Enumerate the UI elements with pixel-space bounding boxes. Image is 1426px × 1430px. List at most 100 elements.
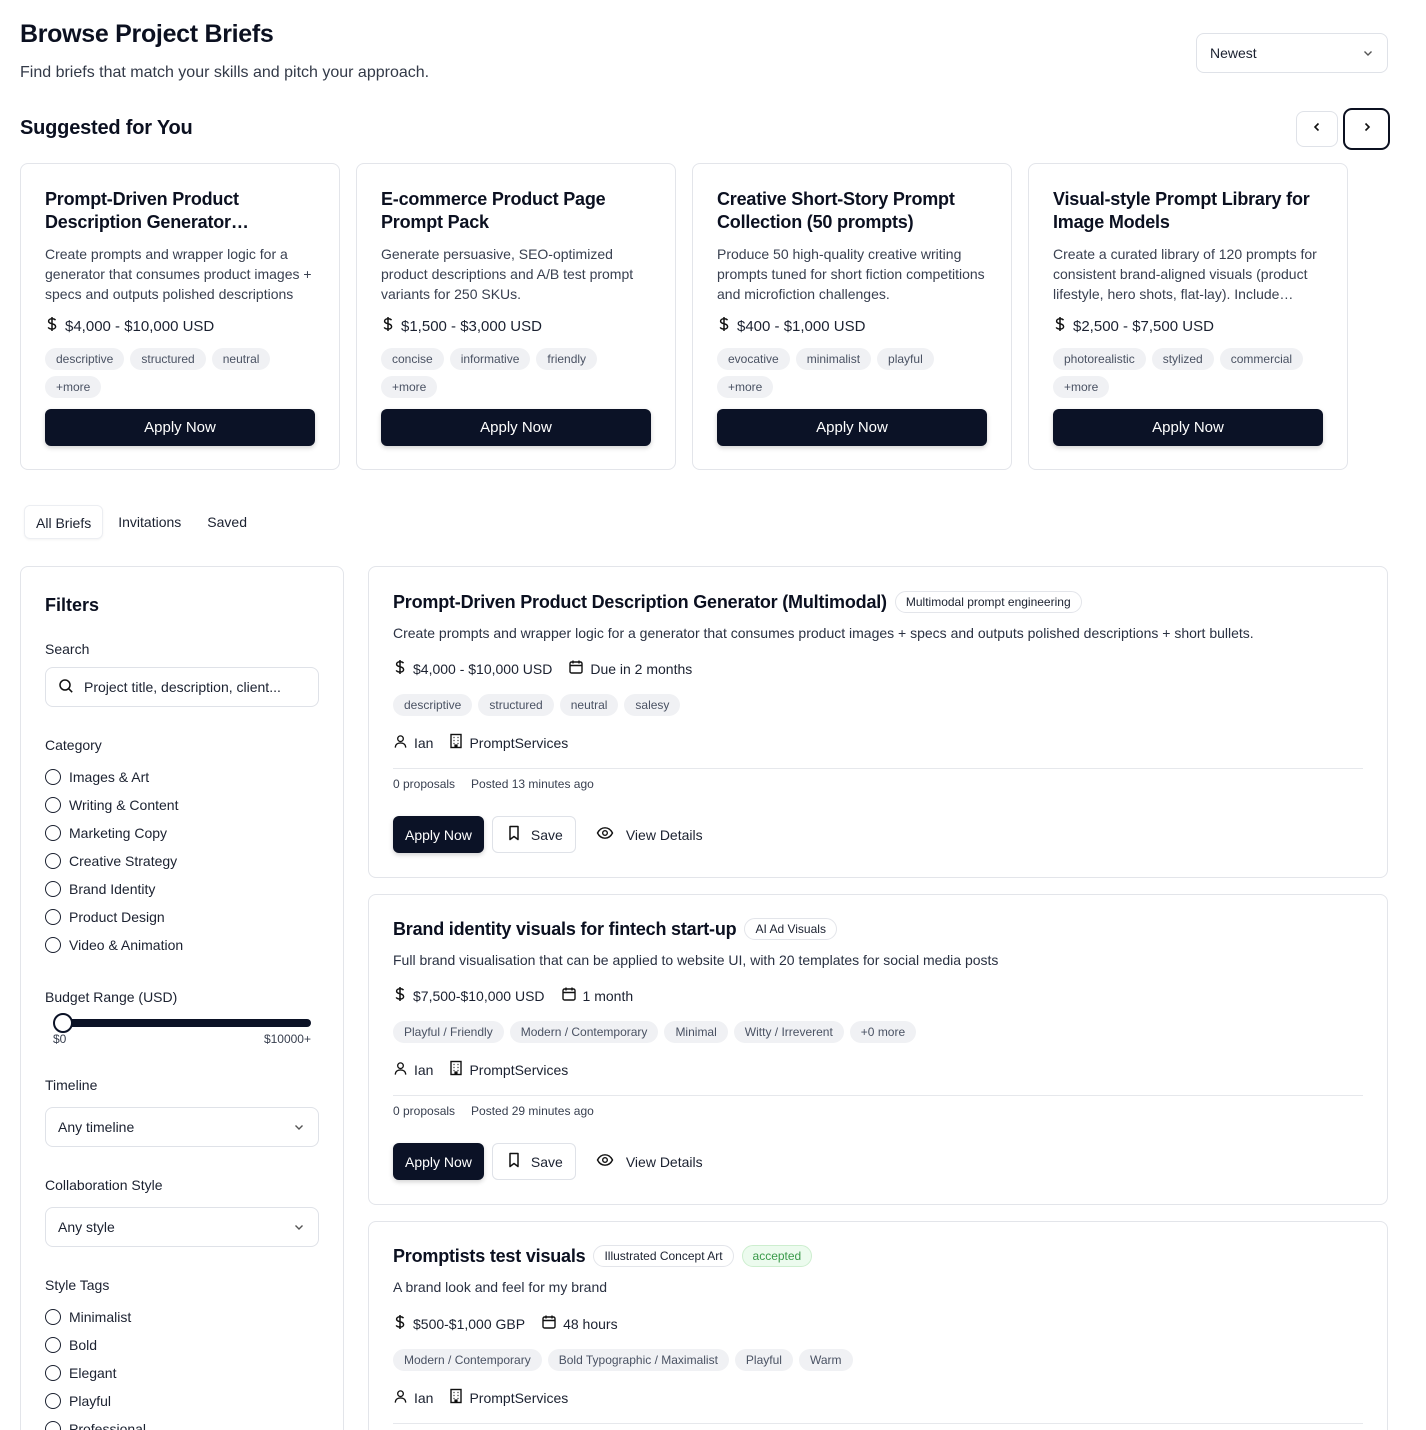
brief-header: Prompt-Driven Product Description Genera… <box>393 591 1082 613</box>
budget-min-label: $0 <box>53 1032 67 1046</box>
style-tag: photorealistic <box>1053 348 1146 370</box>
carousel-next-button[interactable] <box>1343 108 1390 150</box>
brief-header: Promptists test visuals Illustrated Conc… <box>393 1245 813 1267</box>
due-date: 48 hours <box>541 1314 618 1333</box>
radio-button[interactable] <box>45 881 61 897</box>
status-badge: accepted <box>741 1245 813 1267</box>
radio-button[interactable] <box>45 825 61 841</box>
radio-button[interactable] <box>45 909 61 925</box>
brief-title[interactable]: Prompt-Driven Product Description Genera… <box>393 592 887 613</box>
dollar-icon <box>393 986 407 1005</box>
radio-button[interactable] <box>45 1337 61 1353</box>
collaboration-select[interactable]: Any style <box>45 1207 319 1247</box>
calendar-icon <box>541 1314 557 1333</box>
dollar-icon <box>393 1314 407 1333</box>
calendar-icon <box>568 659 584 678</box>
sort-select-value: Newest <box>1210 45 1257 61</box>
style-tag: informative <box>449 348 531 370</box>
tab-invitations[interactable]: Invitations <box>107 505 192 539</box>
search-input[interactable]: Project title, description, client... <box>45 667 319 707</box>
timeline-select[interactable]: Any timeline <box>45 1107 319 1147</box>
chevron-down-icon <box>1363 48 1373 58</box>
category-option[interactable]: Product Design <box>45 903 183 931</box>
carousel-prev-button[interactable] <box>1296 111 1338 147</box>
view-details-button[interactable]: View Details <box>584 816 715 853</box>
chevron-right-icon <box>1361 120 1373 138</box>
style-tag: minimalist <box>795 348 872 370</box>
suggested-card-title[interactable]: Prompt-Driven Product Description Genera… <box>45 188 315 234</box>
building-icon <box>449 1060 463 1079</box>
tab-saved[interactable]: Saved <box>196 505 258 539</box>
view-details-button[interactable]: View Details <box>584 1143 715 1180</box>
radio-button[interactable] <box>45 1421 61 1430</box>
bookmark-icon <box>507 825 521 844</box>
category-option-label: Creative Strategy <box>69 853 178 869</box>
chevron-down-icon <box>294 1222 304 1232</box>
suggested-card-budget: $4,000 - $10,000 USD <box>45 316 315 336</box>
brief-description: Full brand visualisation that can be app… <box>393 952 999 968</box>
style-option[interactable]: Professional <box>45 1415 146 1430</box>
apply-now-button[interactable]: Apply Now <box>393 816 484 853</box>
more-tags: +more <box>1053 376 1110 398</box>
style-option[interactable]: Minimalist <box>45 1303 146 1331</box>
suggested-card-budget: $400 - $1,000 USD <box>717 316 987 336</box>
bookmark-icon <box>507 1152 521 1171</box>
suggested-card-title[interactable]: Visual-style Prompt Library for Image Mo… <box>1053 188 1323 234</box>
brief-title[interactable]: Promptists test visuals <box>393 1246 586 1267</box>
style-tag: Witty / Irreverent <box>733 1021 844 1043</box>
category-option-label: Product Design <box>69 909 165 925</box>
style-option-label: Bold <box>69 1337 98 1353</box>
radio-button[interactable] <box>45 1365 61 1381</box>
radio-button[interactable] <box>45 1309 61 1325</box>
client-row: Ian PromptServices <box>393 1388 568 1407</box>
tab-all-briefs[interactable]: All Briefs <box>24 505 104 539</box>
budget-max-label: $10000+ <box>263 1032 311 1046</box>
collaboration-label: Collaboration Style <box>45 1177 163 1193</box>
style-option[interactable]: Playful <box>45 1387 146 1415</box>
style-tag: friendly <box>536 348 598 370</box>
style-tag: Playful / Friendly <box>393 1021 504 1043</box>
budget-slider-thumb[interactable] <box>53 1013 73 1033</box>
radio-button[interactable] <box>45 797 61 813</box>
apply-now-button[interactable]: Apply Now <box>1053 409 1323 446</box>
chevron-down-icon <box>294 1122 304 1132</box>
company-name: PromptServices <box>469 1061 569 1078</box>
proposal-count: 0 proposals <box>393 777 456 791</box>
brief-title[interactable]: Brand identity visuals for fintech start… <box>393 919 737 940</box>
budget-text: $4,000 - $10,000 USD <box>413 660 553 677</box>
style-tag: commercial <box>1219 348 1304 370</box>
suggested-card-title[interactable]: E-commerce Product Page Prompt Pack <box>381 188 651 234</box>
category-option[interactable]: Writing & Content <box>45 791 183 819</box>
style-tags-label: Style Tags <box>45 1277 110 1293</box>
brief-meta: $4,000 - $10,000 USD Due in 2 months <box>393 659 692 678</box>
category-option[interactable]: Video & Animation <box>45 931 183 959</box>
style-option[interactable]: Elegant <box>45 1359 146 1387</box>
tag-list: descriptive structured neutral salesy <box>393 694 681 716</box>
category-option[interactable]: Brand Identity <box>45 875 183 903</box>
radio-button[interactable] <box>45 853 61 869</box>
radio-button[interactable] <box>45 769 61 785</box>
style-option[interactable]: Bold <box>45 1331 146 1359</box>
suggested-card-title[interactable]: Creative Short-Story Prompt Collection (… <box>717 188 987 234</box>
apply-now-button[interactable]: Apply Now <box>381 409 651 446</box>
timeline-select-value: Any timeline <box>58 1119 135 1135</box>
apply-now-button[interactable]: Apply Now <box>393 1143 484 1180</box>
brief-meta: $500-$1,000 GBP 48 hours <box>393 1314 618 1333</box>
brief-tabs: All Briefs Invitations Saved <box>24 505 258 539</box>
save-button[interactable]: Save <box>491 816 576 853</box>
apply-now-button[interactable]: Apply Now <box>717 409 987 446</box>
save-button[interactable]: Save <box>491 1143 576 1180</box>
budget-slider-track[interactable] <box>55 1019 311 1027</box>
client: Ian <box>393 1061 433 1079</box>
radio-button[interactable] <box>45 1393 61 1409</box>
category-option[interactable]: Images & Art <box>45 763 183 791</box>
category-option[interactable]: Marketing Copy <box>45 819 183 847</box>
sort-select[interactable]: Newest <box>1196 33 1388 73</box>
company: PromptServices <box>449 1060 568 1079</box>
style-option-label: Playful <box>69 1393 112 1409</box>
radio-button[interactable] <box>45 937 61 953</box>
budget-label: Budget Range (USD) <box>45 989 178 1005</box>
brief-actions: Apply Now Save View Details <box>393 816 715 853</box>
apply-now-button[interactable]: Apply Now <box>45 409 315 446</box>
category-option[interactable]: Creative Strategy <box>45 847 183 875</box>
